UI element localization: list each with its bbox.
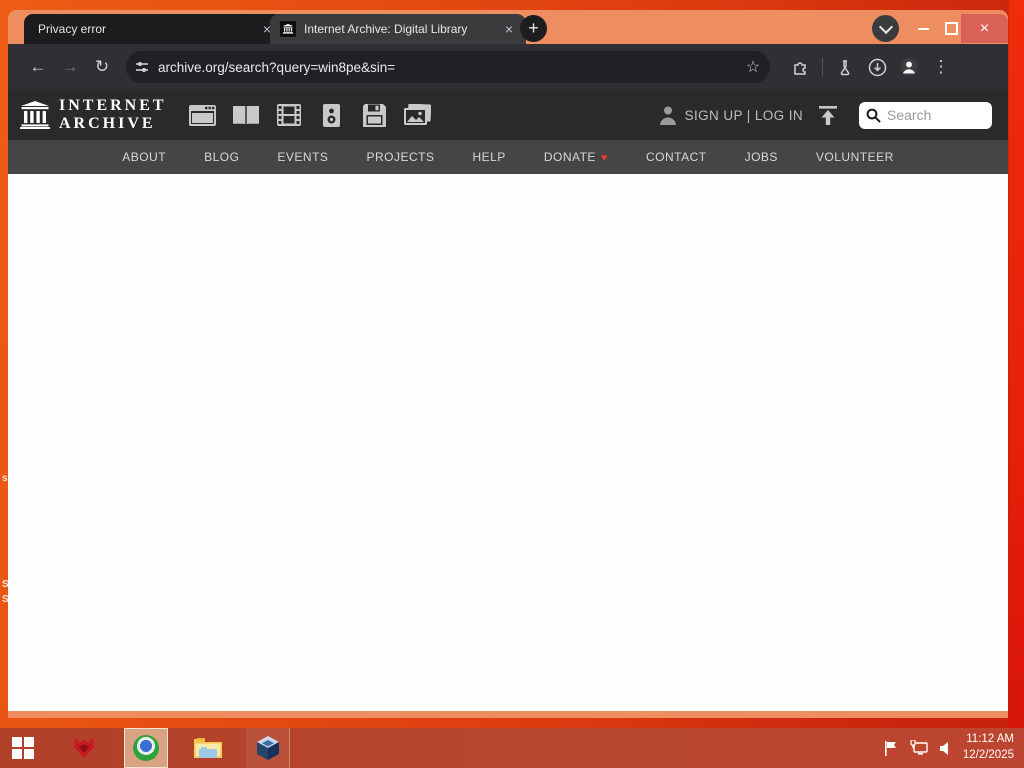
internet-archive-favicon xyxy=(280,21,296,37)
clock-time: 11:12 AM xyxy=(966,733,1014,746)
chevron-down-icon xyxy=(878,19,893,34)
new-tab-button[interactable]: + xyxy=(520,15,547,42)
nav-item-about[interactable]: ABOUT xyxy=(122,150,166,164)
search-icon xyxy=(866,108,881,123)
tab-title: Internet Archive: Digital Library xyxy=(304,22,468,36)
svg-text:x: x xyxy=(949,747,954,756)
virtualbox-icon xyxy=(256,736,279,760)
taskbar-browser-button[interactable] xyxy=(124,728,168,768)
desktop-right-stripe xyxy=(1009,0,1024,728)
browser-toolbar: ← → ↻ archive.org/search?query=win8pe&si… xyxy=(8,44,1008,90)
menu-kebab-icon[interactable]: ⋮ xyxy=(925,51,957,83)
svg-text:x: x xyxy=(892,749,897,757)
tab-privacy-error[interactable]: Privacy error × xyxy=(24,14,284,44)
archive-search-box[interactable] xyxy=(859,101,992,129)
nav-item-help[interactable]: HELP xyxy=(472,150,505,164)
address-bar[interactable]: archive.org/search?query=win8pe&sin= ☆ xyxy=(126,51,770,83)
start-button[interactable] xyxy=(0,728,46,768)
site-info-icon[interactable] xyxy=(126,51,158,83)
system-tray: x x xyxy=(883,740,957,757)
red-app-icon xyxy=(73,738,95,758)
texts-icon[interactable] xyxy=(232,103,260,127)
file-explorer-icon xyxy=(194,737,222,758)
taskbar-red-app-button[interactable] xyxy=(62,728,106,768)
reload-button[interactable]: ↻ xyxy=(86,51,118,83)
tab-internet-archive[interactable]: Internet Archive: Digital Library × xyxy=(270,14,526,44)
network-status-icon[interactable] xyxy=(910,740,929,756)
minimize-button[interactable] xyxy=(910,14,936,43)
clock-date: 12/2/2025 xyxy=(962,749,1014,761)
bookmark-star-icon[interactable]: ☆ xyxy=(736,57,770,77)
page-nav: ABOUT BLOG EVENTS PROJECTS HELP DONATE ♥ CONTAC… xyxy=(8,140,1008,174)
volume-muted-icon[interactable]: x xyxy=(939,741,957,756)
nav-item-donate[interactable]: DONATE ♥ xyxy=(544,150,608,164)
browser-icon xyxy=(133,735,159,761)
archive-search-input[interactable] xyxy=(885,106,984,124)
nav-item-projects[interactable]: PROJECTS xyxy=(366,150,434,164)
archive-header: INTERNET ARCHIVE SIGN UP | LOG IN Search xyxy=(8,90,1008,140)
windows-logo-icon xyxy=(12,737,34,759)
signup-login-link[interactable]: SIGN UP | LOG IN xyxy=(685,108,803,123)
nav-item-volunteer[interactable]: VOLUNTEER xyxy=(816,150,894,164)
web-icon[interactable] xyxy=(189,103,217,127)
audio-icon[interactable] xyxy=(318,103,346,127)
temple-icon xyxy=(20,101,50,129)
tab-title: Privacy error xyxy=(38,22,107,36)
desktop-icon-label-fragment: s xyxy=(2,473,8,484)
video-icon[interactable] xyxy=(275,103,303,127)
minimize-icon xyxy=(917,27,929,30)
taskbar: x x 11:12 AM 12/2/2025 xyxy=(0,728,1024,768)
back-button[interactable]: ← xyxy=(22,51,54,83)
images-icon[interactable] xyxy=(404,103,432,127)
toolbar-divider xyxy=(822,58,823,76)
taskbar-explorer-button[interactable] xyxy=(186,728,230,768)
browser-window: Privacy error × Internet Archive: Digita… xyxy=(8,10,1008,718)
url-text: archive.org/search?query=win8pe&sin= xyxy=(158,59,396,75)
taskbar-clock[interactable]: 11:12 AM 12/2/2025 xyxy=(963,732,1014,763)
archive-logo[interactable]: INTERNET ARCHIVE xyxy=(20,97,167,132)
tab-strip: Privacy error × Internet Archive: Digita… xyxy=(8,14,1008,44)
software-icon[interactable] xyxy=(361,103,389,127)
nav-item-events[interactable]: EVENTS xyxy=(277,150,328,164)
media-type-icons xyxy=(189,103,432,127)
nav-item-blog[interactable]: BLOG xyxy=(204,150,239,164)
tab-search-button[interactable] xyxy=(872,15,899,42)
labs-flask-icon[interactable] xyxy=(829,51,861,83)
maximize-icon xyxy=(944,22,958,35)
donate-heart-icon: ♥ xyxy=(600,152,608,164)
page-content-blank xyxy=(8,174,1008,711)
nav-item-jobs[interactable]: JOBS xyxy=(745,150,778,164)
taskbar-virtualbox-button[interactable] xyxy=(246,728,290,768)
upload-icon[interactable] xyxy=(817,104,839,126)
extensions-icon[interactable] xyxy=(784,51,816,83)
downloads-icon[interactable] xyxy=(861,51,893,83)
profile-avatar-icon[interactable] xyxy=(893,51,925,83)
archive-header-right: SIGN UP | LOG IN xyxy=(657,101,1008,129)
person-icon xyxy=(657,104,679,126)
forward-button[interactable]: → xyxy=(54,51,86,83)
archive-logo-text: INTERNET ARCHIVE xyxy=(59,97,167,132)
nav-item-contact[interactable]: CONTACT xyxy=(646,150,707,164)
tab-close-icon[interactable]: × xyxy=(500,20,518,38)
action-center-flag-icon[interactable]: x xyxy=(883,740,900,757)
close-window-button[interactable]: × xyxy=(961,14,1008,43)
